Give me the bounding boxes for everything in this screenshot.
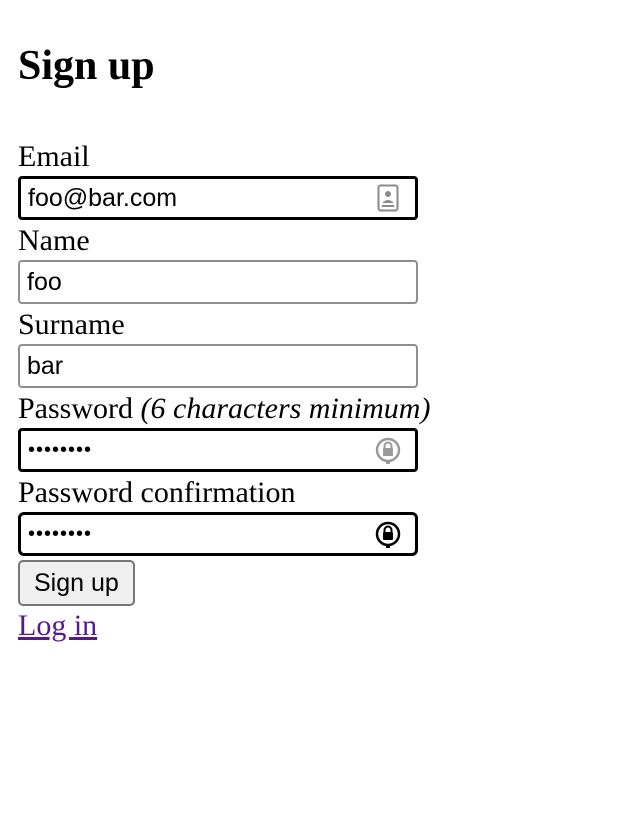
signup-form: Email Name Surname Password (6 character… [18, 138, 578, 646]
name-label: Name [18, 224, 90, 257]
password-field-wrapper [18, 428, 418, 472]
contact-card-icon[interactable] [375, 183, 401, 213]
password-hint: (6 characters minimum) [140, 392, 431, 425]
name-field[interactable] [20, 262, 416, 302]
password-confirmation-field[interactable] [21, 515, 415, 553]
email-field[interactable] [21, 179, 415, 217]
key-lock-icon[interactable] [375, 435, 401, 465]
surname-label: Surname [18, 308, 125, 341]
email-field-wrapper [18, 176, 418, 220]
name-field-wrapper [18, 260, 418, 304]
password-confirmation-label: Password confirmation [18, 476, 296, 509]
key-lock-icon[interactable] [375, 519, 401, 549]
surname-field-wrapper [18, 344, 418, 388]
log-in-link[interactable]: Log in [18, 606, 578, 646]
sign-up-button[interactable]: Sign up [18, 560, 135, 606]
password-confirmation-field-wrapper [18, 512, 418, 556]
surname-field[interactable] [20, 346, 416, 386]
password-field[interactable] [21, 431, 415, 469]
password-label: Password (6 characters minimum) [18, 390, 578, 428]
page-title: Sign up [18, 43, 155, 89]
email-label: Email [18, 140, 90, 173]
password-label-text: Password [18, 392, 134, 425]
